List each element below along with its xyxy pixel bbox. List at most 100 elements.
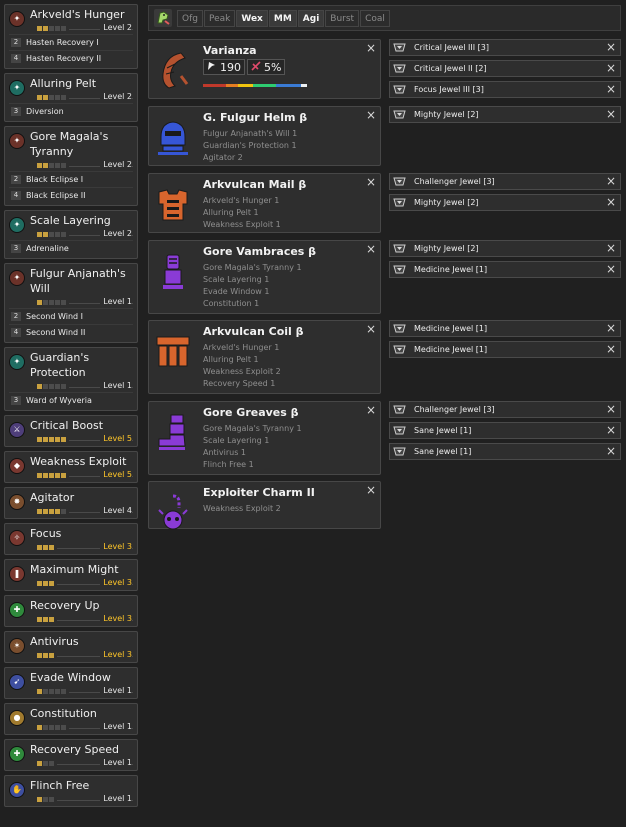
filter-chip-mm[interactable]: MM (268, 10, 297, 27)
armor-skill: Arkveld's Hunger 1 (203, 196, 280, 205)
armor-skill: Alluring Pelt 1 (203, 208, 259, 217)
skill-card[interactable]: ✋ Flinch Free Level 1 (4, 775, 138, 807)
armor-skill-list: Arkveld's Hunger 1 Alluring Pelt 1 Weaknes… (203, 342, 281, 390)
skill-card[interactable]: ✸ Agitator Level 4 (4, 487, 138, 519)
jewel-slot[interactable]: Mighty Jewel [2] × (389, 194, 621, 211)
jewel-slot-2-icon (393, 198, 406, 207)
level-pip-empty (43, 300, 48, 305)
filter-chip-coal[interactable]: Coal (360, 10, 390, 27)
armor-card[interactable]: Exploiter Charm II × Weakness Exploit 2 (148, 481, 381, 530)
armor-card[interactable]: Arkvulcan Coil β × Arkveld's Hunger 1 Allur… (148, 320, 381, 394)
remove-jewel-button[interactable]: × (606, 262, 616, 277)
jewel-slot[interactable]: Critical Jewel III [3] × (389, 39, 621, 56)
filter-monster-icon[interactable] (154, 9, 172, 27)
level-pip-empty (55, 384, 60, 389)
level-pip-filled (49, 617, 54, 622)
remove-jewel-button[interactable]: × (606, 444, 616, 459)
level-pip-empty (61, 95, 66, 100)
armor-card[interactable]: Gore Vambraces β × Gore Magala's Tyranny 1… (148, 240, 381, 314)
skill-level-row: Level 5 (30, 470, 133, 481)
skill-level-row: Level 5 (30, 434, 133, 445)
filter-chip-burst[interactable]: Burst (325, 10, 360, 27)
skill-level-pips (37, 26, 67, 32)
remove-armor-button[interactable]: × (366, 483, 376, 497)
remove-jewel-button[interactable]: × (606, 40, 616, 55)
jewel-slot[interactable]: Mighty Jewel [2] × (389, 106, 621, 123)
armor-card[interactable]: Gore Greaves β × Gore Magala's Tyranny 1 Sc… (148, 401, 381, 475)
jewel-slot-1-icon (393, 324, 406, 333)
jewel-slot[interactable]: Medicine Jewel [1] × (389, 320, 621, 337)
level-pip-filled (55, 473, 60, 478)
remove-jewel-button[interactable]: × (606, 61, 616, 76)
weapon-card[interactable]: Varianza × 190 5% (148, 39, 381, 99)
antivirus-icon: ✶ (9, 638, 25, 654)
remove-weapon-button[interactable]: × (366, 41, 376, 55)
jewel-slot[interactable]: Critical Jewel II [2] × (389, 60, 621, 77)
skill-card[interactable]: ✦ Gore Magala's Tyranny Level 2 2 Black Eclip… (4, 126, 138, 206)
skill-card[interactable]: ✧ Focus Level 3 (4, 523, 138, 555)
jewel-slot[interactable]: Sane Jewel [1] × (389, 443, 621, 460)
skill-level-pips (37, 437, 67, 443)
skill-card[interactable]: ❚ Maximum Might Level 3 (4, 559, 138, 591)
skill-card[interactable]: ✚ Recovery Speed Level 1 (4, 739, 138, 771)
jewel-slot[interactable]: Focus Jewel III [3] × (389, 81, 621, 98)
jewel-name: Critical Jewel II [2] (414, 64, 487, 73)
remove-jewel-button[interactable]: × (606, 402, 616, 417)
skill-level-pips (37, 797, 55, 803)
remove-jewel-button[interactable]: × (606, 195, 616, 210)
remove-armor-button[interactable]: × (366, 175, 376, 189)
level-pip-empty (43, 725, 48, 730)
skill-card[interactable]: ✦ Fulgur Anjanath's Will Level 1 2 Second Win… (4, 263, 138, 343)
jewel-slot[interactable]: Medicine Jewel [1] × (389, 261, 621, 278)
level-pip-filled (55, 437, 60, 442)
remove-armor-button[interactable]: × (366, 403, 376, 417)
skill-card[interactable]: ◆ Weakness Exploit Level 5 (4, 451, 138, 483)
focus-icon: ✧ (9, 530, 25, 546)
skill-card[interactable]: ● Constitution Level 1 (4, 703, 138, 735)
level-pip-filled (49, 653, 54, 658)
skill-level-pips (37, 581, 55, 587)
armor-card[interactable]: G. Fulgur Helm β × Fulgur Anjanath's Will … (148, 106, 381, 166)
filter-chip-agi[interactable]: Agi (297, 10, 325, 27)
remove-jewel-button[interactable]: × (606, 423, 616, 438)
skill-card[interactable]: ✦ Guardian's Protection Level 1 3 Ward of Wyv… (4, 347, 138, 411)
jewel-slot[interactable]: Challenger Jewel [3] × (389, 173, 621, 190)
skill-card[interactable]: ✦ Alluring Pelt Level 2 3 Diversion (4, 73, 138, 122)
filter-chip-wex[interactable]: Wex (236, 10, 268, 27)
remove-jewel-button[interactable]: × (606, 321, 616, 336)
skill-card[interactable]: ✦ Scale Layering Level 2 3 Adrenaline (4, 210, 138, 259)
skill-card[interactable]: ✦ Arkveld's Hunger Level 2 2 Hasten Recovery… (4, 4, 138, 69)
level-pip-empty (55, 232, 60, 237)
level-pip-filled (37, 761, 42, 766)
remove-jewel-button[interactable]: × (606, 241, 616, 256)
remove-armor-button[interactable]: × (366, 242, 376, 256)
jewel-slot-2-icon (393, 244, 406, 253)
skill-card[interactable]: ➹ Evade Window Level 1 (4, 667, 138, 699)
armor-skill: Weakness Exploit 2 (203, 367, 281, 376)
skill-name: Flinch Free (30, 779, 90, 792)
remove-armor-button[interactable]: × (366, 108, 376, 122)
skill-level-pips (37, 95, 67, 101)
skill-level-label: Level 1 (100, 686, 132, 696)
jewel-slot[interactable]: Sane Jewel [1] × (389, 422, 621, 439)
skill-level-label: Level 2 (100, 23, 132, 33)
filter-chip-peak[interactable]: Peak (203, 10, 236, 27)
skill-card[interactable]: ✚ Recovery Up Level 3 (4, 595, 138, 627)
jewel-slot[interactable]: Challenger Jewel [3] × (389, 401, 621, 418)
armor-card[interactable]: Arkvulcan Mail β × Arkveld's Hunger 1 Allur… (148, 173, 381, 233)
remove-jewel-button[interactable]: × (606, 174, 616, 189)
skill-card[interactable]: ✶ Antivirus Level 3 (4, 631, 138, 663)
skill-name: Constitution (30, 707, 97, 720)
filter-chip-ofg[interactable]: Ofg (177, 10, 203, 27)
jewel-slot[interactable]: Medicine Jewel [1] × (389, 341, 621, 358)
remove-armor-button[interactable]: × (366, 322, 376, 336)
level-pip-empty (43, 384, 48, 389)
remove-jewel-button[interactable]: × (606, 342, 616, 357)
skill-level-row: Level 2 (30, 229, 133, 240)
remove-jewel-button[interactable]: × (606, 107, 616, 122)
jewel-slot[interactable]: Mighty Jewel [2] × (389, 240, 621, 257)
skill-name: Evade Window (30, 671, 111, 684)
remove-jewel-button[interactable]: × (606, 82, 616, 97)
skill-level-label: Level 1 (100, 722, 132, 732)
skill-card[interactable]: ⚔ Critical Boost Level 5 (4, 415, 138, 447)
